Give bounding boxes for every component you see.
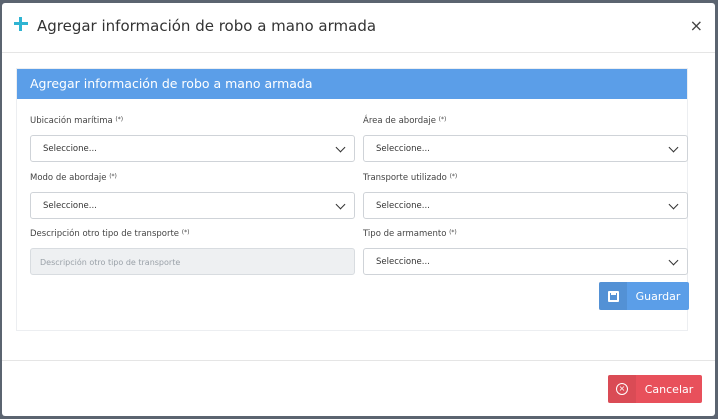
descripcion-label: Descripción otro tipo de transporte [30,229,180,239]
chevron-down-icon [668,255,679,266]
guardar-label: Guardar [635,289,681,303]
modal-footer: × Cancelar [2,360,715,416]
plus-icon [14,17,28,31]
modal-header: Agregar información de robo a mano armad… [2,3,715,53]
required-marker: (*) [115,116,124,123]
required-marker: (*) [449,229,457,236]
modal-title: Agregar información de robo a mano armad… [37,17,377,35]
transporte-utilizado-select[interactable]: Seleccione... [363,192,688,219]
input-placeholder: Descripción otro tipo de transporte [40,258,181,267]
save-icon [607,290,619,302]
required-marker: (*) [181,229,190,236]
chevron-down-icon [668,199,679,210]
required-marker: (*) [438,116,447,123]
modo-abordaje-select[interactable]: Seleccione... [30,192,355,219]
chevron-down-icon [668,142,679,153]
panel-heading: Agregar información de robo a mano armad… [17,69,687,99]
chevron-down-icon [335,142,346,153]
select-value: Seleccione... [376,201,430,211]
ubicacion-label: Ubicación marítima [30,116,113,126]
select-value: Seleccione... [43,144,97,154]
transporte-label: Transporte utilizado [363,173,447,183]
armamento-label: Tipo de armamento [363,229,447,239]
required-marker: (*) [109,173,117,180]
tipo-armamento-select[interactable]: Seleccione... [363,248,688,275]
modal-dialog: Agregar información de robo a mano armad… [2,3,715,416]
select-value: Seleccione... [376,257,430,267]
area-label: Área de abordaje [363,116,436,126]
descripcion-transporte-input[interactable]: Descripción otro tipo de transporte [30,248,355,275]
form-panel: Agregar información de robo a mano armad… [16,68,689,331]
guardar-button[interactable]: Guardar [599,282,689,310]
chevron-down-icon [335,199,346,210]
area-abordaje-select[interactable]: Seleccione... [363,135,688,162]
field-transporte-utilizado: Transporte utilizado (*) Seleccione... [363,173,688,219]
cancelar-button[interactable]: × Cancelar [608,375,702,403]
cancelar-label: Cancelar [644,382,694,396]
ubicacion-maritima-select[interactable]: Seleccione... [30,135,355,162]
field-modo-abordaje: Modo de abordaje (*) Seleccione... [30,173,355,219]
select-value: Seleccione... [376,144,430,154]
field-descripcion-transporte: Descripción otro tipo de transporte (*) … [30,229,355,275]
field-tipo-armamento: Tipo de armamento (*) Seleccione... [363,229,688,275]
modo-label: Modo de abordaje [30,173,107,183]
select-value: Seleccione... [43,201,97,211]
required-marker: (*) [449,173,458,180]
field-ubicacion-maritima: Ubicación marítima (*) Seleccione... [30,116,355,162]
cancel-icon: × [616,383,628,395]
field-area-abordaje: Área de abordaje (*) Seleccione... [363,116,688,162]
close-icon[interactable]: × [690,17,703,35]
